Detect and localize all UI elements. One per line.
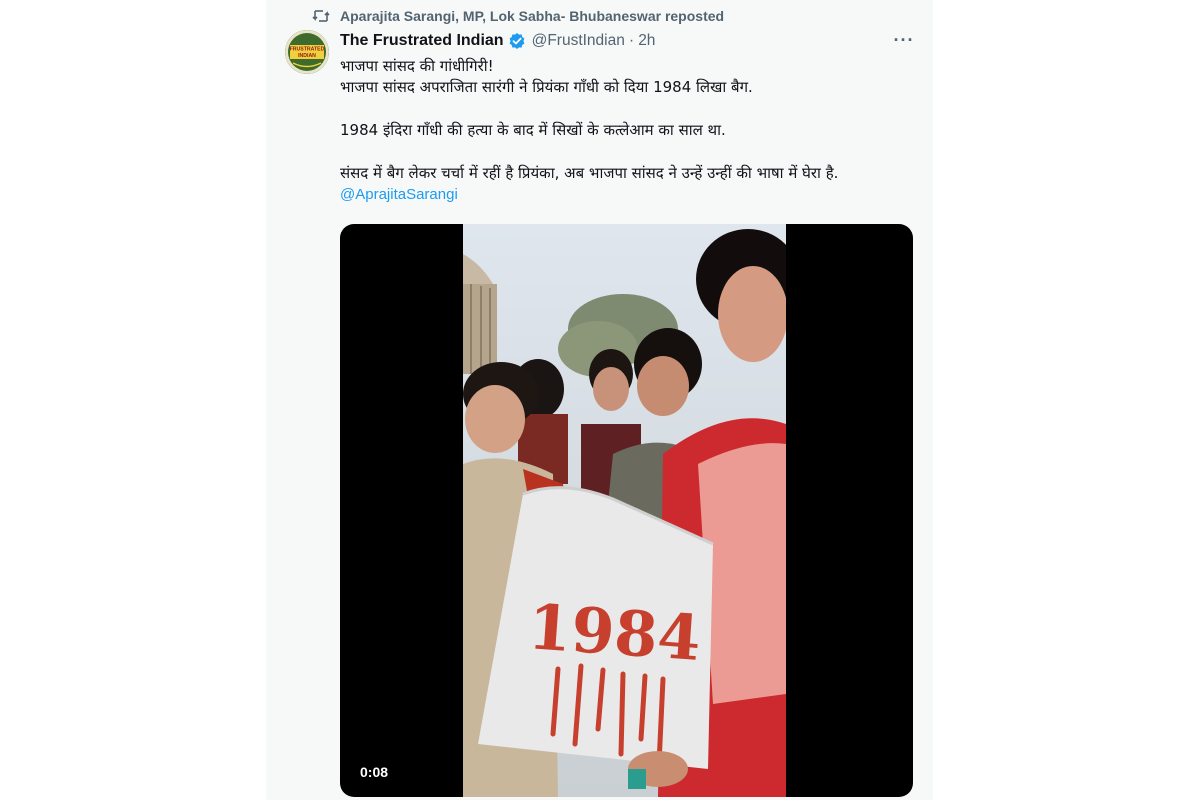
more-options-icon[interactable]: ···: [893, 30, 915, 50]
author-name[interactable]: The Frustrated Indian: [340, 32, 504, 50]
video-timestamp: 0:08: [360, 764, 389, 780]
tweet-paragraph-2: 1984 इंदिरा गाँधी की हत्या के बाद में सि…: [340, 121, 726, 139]
separator-dot: ·: [628, 32, 635, 49]
tweet-line-1: भाजपा सांसद की गांधीगिरी!: [340, 57, 494, 75]
bag-text: 1984: [526, 590, 703, 675]
video-player[interactable]: 1984 0:08: [340, 224, 913, 797]
post-time[interactable]: 2h: [638, 32, 655, 50]
avatar[interactable]: FRUSTRATED INDIAN: [285, 30, 329, 74]
svg-text:FRUSTRATED: FRUSTRATED: [290, 47, 325, 53]
tweet-body: भाजपा सांसद की गांधीगिरी! भाजपा सांसद अप…: [340, 56, 920, 205]
repost-indicator[interactable]: Aparajita Sarangi, MP, Lok Sabha- Bhuban…: [312, 7, 724, 25]
verified-badge-icon: [508, 32, 526, 50]
tweet-header: The Frustrated Indian @FrustIndian · 2h: [340, 31, 655, 51]
tweet-paragraph-3: संसद में बैग लेकर चर्चा में रहीं है प्रि…: [340, 164, 839, 182]
repost-text: Aparajita Sarangi, MP, Lok Sabha- Bhuban…: [340, 8, 725, 24]
video-frame[interactable]: 1984: [463, 224, 786, 797]
svg-text:INDIAN: INDIAN: [298, 53, 316, 59]
mention-link[interactable]: @AprajitaSarangi: [340, 186, 458, 203]
tweet-line-2: भाजपा सांसद अपराजिता सारंगी ने प्रियंका …: [340, 78, 753, 96]
author-handle[interactable]: @FrustIndian: [532, 32, 625, 50]
repost-icon: [312, 8, 330, 24]
